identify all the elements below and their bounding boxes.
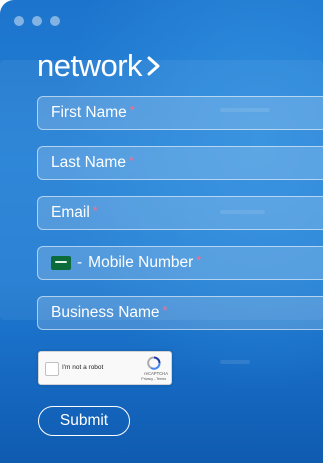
recaptcha-brand: reCAPTCHA: [144, 371, 168, 376]
background-line: [220, 360, 250, 364]
email-placeholder: Email: [51, 204, 90, 221]
last-name-placeholder: Last Name: [51, 154, 126, 171]
email-field[interactable]: Email *: [37, 196, 323, 230]
recaptcha-terms-link[interactable]: Privacy - Terms: [141, 377, 166, 381]
first-name-placeholder: First Name: [51, 104, 127, 121]
window-dot[interactable]: [50, 16, 60, 26]
mobile-number-placeholder: Mobile Number: [88, 254, 194, 271]
first-name-field[interactable]: First Name *: [37, 96, 323, 130]
recaptcha-label: I'm not a robot: [62, 364, 104, 371]
saudi-arabia-flag-icon[interactable]: [51, 256, 71, 270]
chevron-right-icon: [147, 56, 160, 76]
mobile-number-field[interactable]: - Mobile Number *: [37, 246, 323, 280]
window-dot[interactable]: [32, 16, 42, 26]
recaptcha-checkbox[interactable]: [45, 362, 59, 376]
network-logo: network: [37, 48, 162, 84]
window-controls: [14, 16, 60, 26]
recaptcha-widget: I'm not a robot reCAPTCHA Privacy - Term…: [38, 351, 172, 385]
logo-text: network: [37, 48, 143, 83]
required-marker: *: [92, 203, 98, 218]
required-marker: *: [196, 253, 202, 268]
required-marker: *: [128, 153, 135, 168]
required-marker: *: [129, 103, 135, 118]
window-dot[interactable]: [14, 16, 24, 26]
business-name-placeholder: Business Name: [51, 304, 160, 321]
required-marker: *: [162, 303, 168, 318]
last-name-field[interactable]: Last Name *: [37, 146, 323, 180]
recaptcha-logo-icon: [147, 356, 161, 370]
phone-prefix-separator: -: [77, 254, 83, 271]
app-window: network First Name * Last Name * Email *…: [0, 0, 323, 463]
business-name-field[interactable]: Business Name *: [37, 296, 323, 330]
submit-button[interactable]: Submit: [38, 406, 130, 436]
